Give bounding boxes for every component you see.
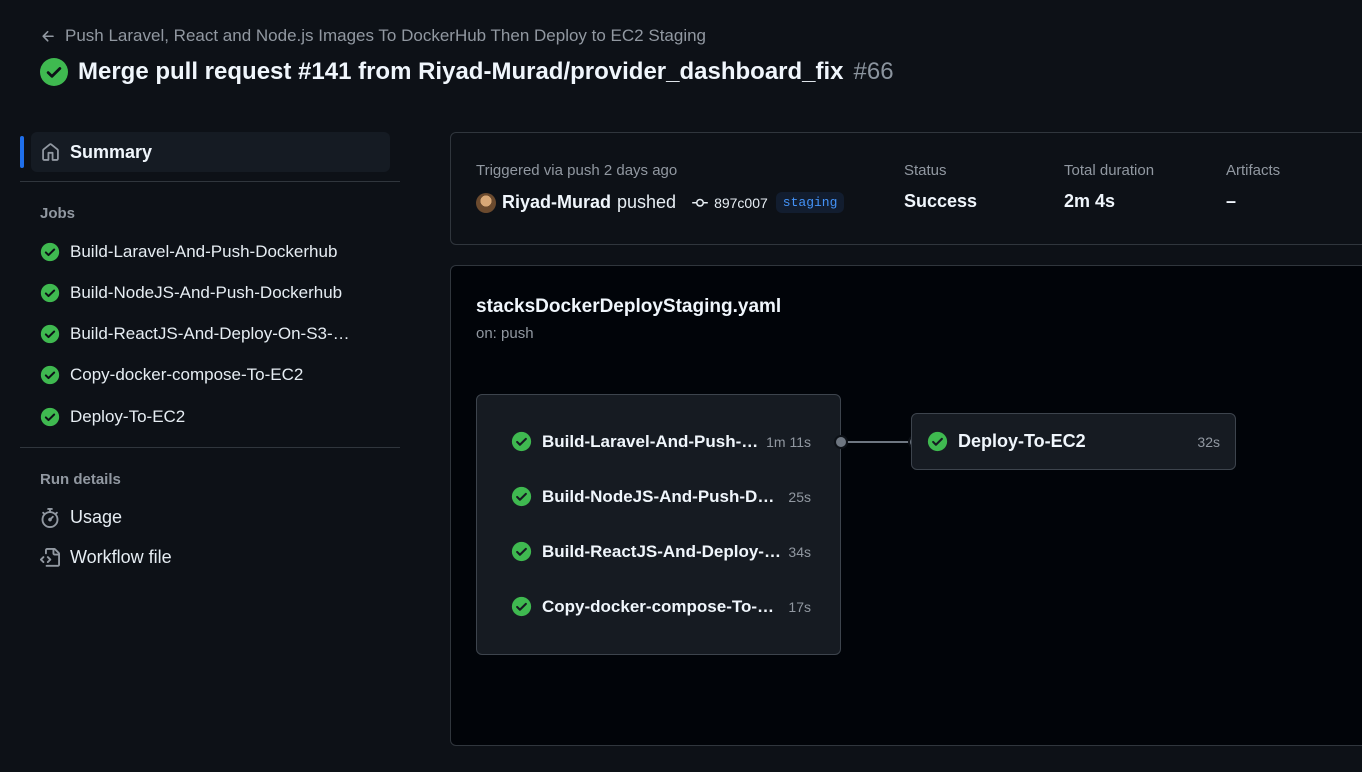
check-circle-fill-icon: [40, 58, 68, 86]
check-circle-fill-icon: [511, 541, 532, 562]
graph-job-node[interactable]: Copy-docker-compose-To-EC2 17s: [511, 596, 811, 617]
workflow-file-label: Workflow file: [70, 547, 172, 567]
summary-label: Summary: [70, 141, 153, 162]
page-title: Merge pull request #141 from Riyad-Murad…: [40, 58, 894, 86]
check-circle-fill-icon: [511, 486, 532, 507]
sidebar-item-usage[interactable]: Usage: [40, 507, 122, 528]
divider: [20, 181, 400, 182]
run-title: Merge pull request #141 from Riyad-Murad…: [78, 58, 844, 85]
active-indicator: [20, 136, 24, 168]
job-node-duration: 17s: [788, 598, 811, 615]
job-label: Deploy-To-EC2: [70, 407, 186, 426]
branch-badge[interactable]: staging: [775, 192, 845, 213]
job-node-label: Build-NodeJS-And-Push-Dockerhub: [542, 486, 782, 506]
deploy-node-label: Deploy-To-EC2: [958, 431, 1086, 451]
graph-job-node[interactable]: Build-NodeJS-And-Push-Dockerhub 25s: [511, 486, 811, 507]
commit-sha: 897c007: [714, 194, 768, 211]
check-circle-fill-icon: [40, 242, 60, 262]
artifacts-value: –: [1226, 191, 1237, 211]
job-label: Build-ReactJS-And-Deploy-On-S3-Bucket: [70, 324, 350, 343]
job-label: Copy-docker-compose-To-EC2: [70, 365, 304, 384]
arrow-left-icon: [42, 30, 54, 42]
jobs-heading: Jobs: [40, 205, 76, 222]
back-link-label: Push Laravel, React and Node.js Images T…: [65, 26, 707, 45]
job-node-label: Copy-docker-compose-To-EC2: [542, 596, 783, 616]
commit-link[interactable]: 897c007: [692, 195, 768, 211]
duration-value: 2m 4s: [1064, 191, 1116, 211]
git-commit-icon: [692, 198, 709, 207]
check-circle-fill-icon: [40, 283, 60, 303]
sidebar-job-item[interactable]: Copy-docker-compose-To-EC2: [40, 365, 380, 385]
status-label: Status: [904, 162, 947, 179]
job-node-duration: 1m 11s: [766, 433, 811, 450]
job-node-duration: 34s: [788, 543, 811, 560]
run-number: #66: [853, 58, 894, 85]
check-circle-fill-icon: [927, 431, 948, 452]
stopwatch-icon: [41, 507, 59, 528]
run-details-heading: Run details: [40, 471, 121, 488]
check-circle-fill-icon: [511, 596, 532, 617]
back-to-workflow-link[interactable]: Push Laravel, React and Node.js Images T…: [40, 26, 706, 46]
user-link[interactable]: Riyad-Murad: [502, 192, 611, 213]
deploy-node-duration: 32s: [1197, 433, 1220, 450]
job-label: Build-Laravel-And-Push-Dockerhub: [70, 242, 338, 261]
job-label: Build-NodeJS-And-Push-Dockerhub: [70, 283, 343, 302]
push-verb: pushed: [617, 192, 677, 212]
sidebar-item-summary[interactable]: Summary: [31, 132, 390, 172]
sidebar-job-item[interactable]: Build-Laravel-And-Push-Dockerhub: [40, 242, 380, 262]
duration-label: Total duration: [1064, 162, 1155, 179]
check-circle-fill-icon: [511, 431, 532, 452]
graph-deploy-node[interactable]: Deploy-To-EC2 32s: [911, 413, 1236, 470]
check-circle-fill-icon: [40, 407, 60, 427]
workflow-graph-panel: stacksDockerDeployStaging.yaml on: push …: [450, 265, 1362, 746]
home-icon: [42, 142, 59, 161]
check-circle-fill-icon: [40, 324, 60, 344]
sidebar-job-item[interactable]: Deploy-To-EC2: [40, 407, 380, 427]
sidebar-item-workflow-file[interactable]: Workflow file: [40, 547, 172, 568]
graph-job-node[interactable]: Build-Laravel-And-Push-Dockerhub 1m 11s: [511, 431, 811, 452]
triggered-label: Triggered via push 2 days ago: [476, 162, 678, 179]
divider: [20, 447, 400, 448]
job-node-duration: 25s: [788, 488, 811, 505]
workflow-name: stacksDockerDeployStaging.yaml: [476, 296, 782, 317]
usage-label: Usage: [70, 507, 123, 527]
graph-job-node[interactable]: Build-ReactJS-And-Deploy-On-S3-Bucket 34…: [511, 541, 811, 562]
file-code-icon: [40, 547, 60, 567]
trigger-info: Riyad-Murad pushed 897c007 staging: [476, 192, 845, 213]
artifacts-label: Artifacts: [1226, 162, 1281, 179]
job-node-label: Build-ReactJS-And-Deploy-On-S3-Bucket: [542, 541, 783, 561]
avatar[interactable]: [476, 192, 496, 213]
run-summary-panel: Triggered via push 2 days ago Riyad-Mura…: [450, 132, 1362, 245]
status-value: Success: [904, 191, 978, 211]
job-node-label: Build-Laravel-And-Push-Dockerhub: [542, 431, 760, 451]
sidebar-job-item[interactable]: Build-ReactJS-And-Deploy-On-S3-Bucket: [40, 324, 380, 344]
workflow-trigger: on: push: [476, 325, 534, 342]
sidebar-job-item[interactable]: Build-NodeJS-And-Push-Dockerhub: [40, 283, 380, 303]
job-group: Build-Laravel-And-Push-Dockerhub 1m 11s …: [476, 394, 841, 655]
check-circle-fill-icon: [40, 365, 60, 385]
